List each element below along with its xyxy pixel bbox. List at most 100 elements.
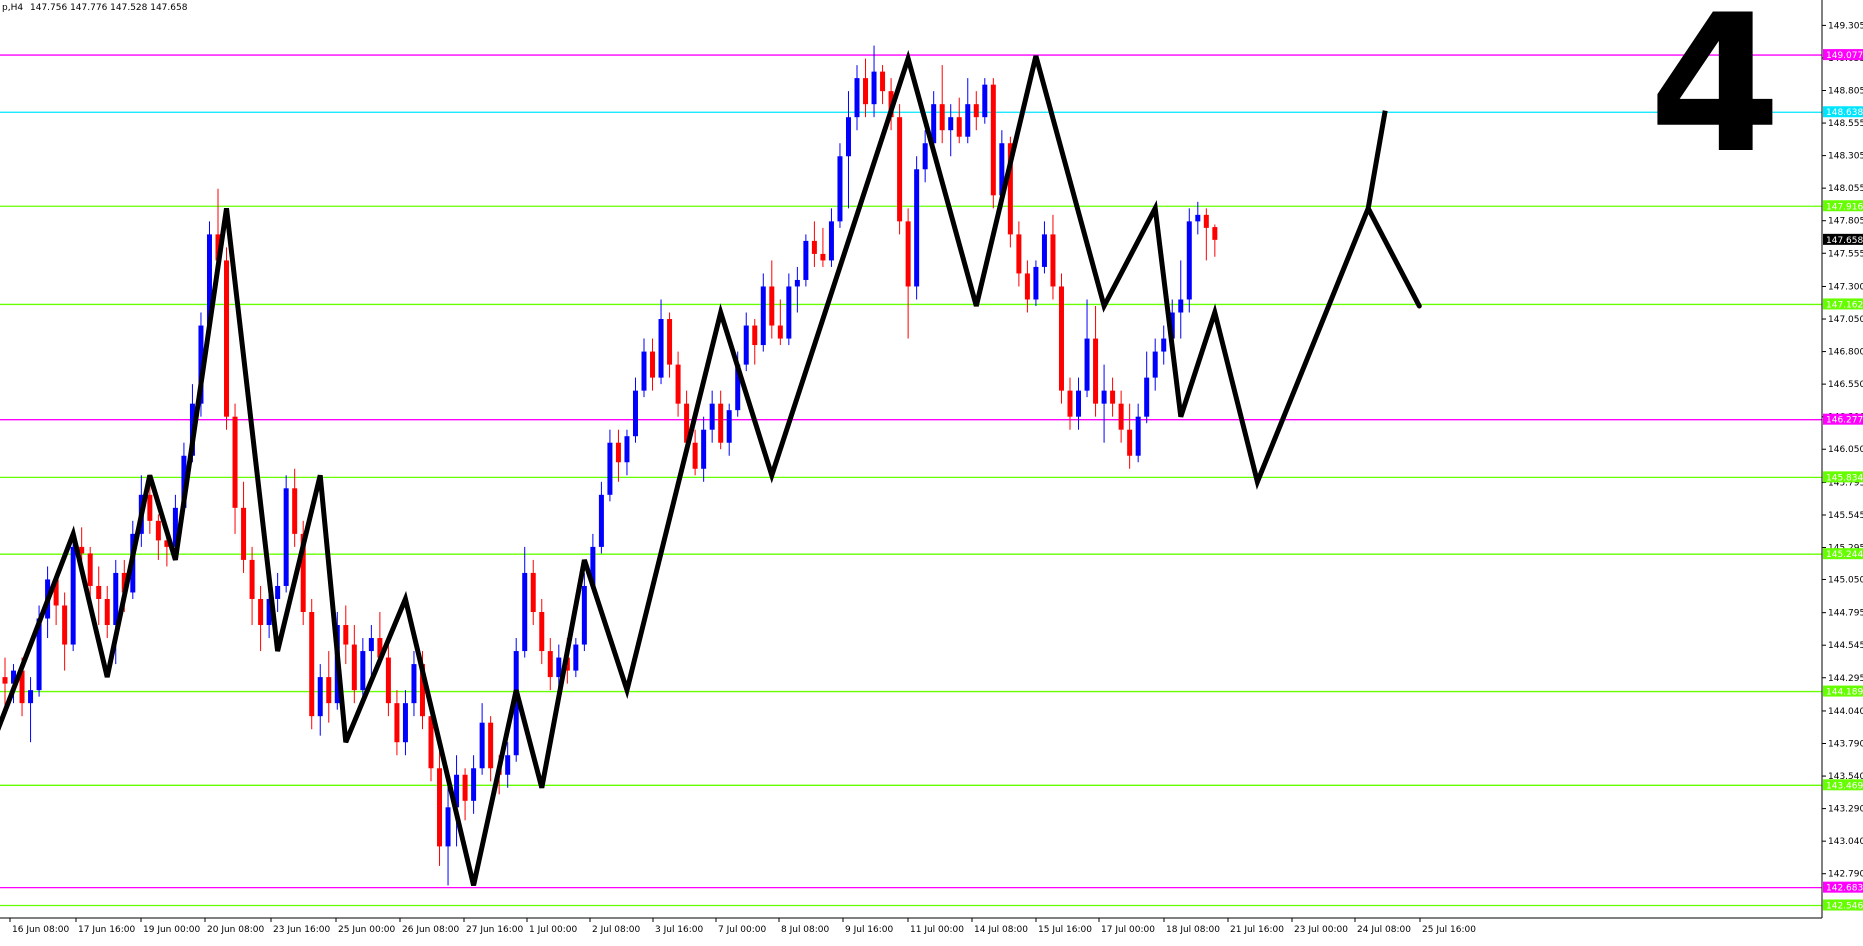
time-tick-label: 3 Jul 16:00 bbox=[655, 925, 704, 935]
price-tick-label: 144.795 bbox=[1828, 609, 1863, 619]
candle-body bbox=[863, 78, 869, 105]
candle-body bbox=[854, 78, 860, 118]
candle-body bbox=[1152, 351, 1158, 378]
price-tick-label: 148.305 bbox=[1828, 152, 1863, 162]
candle-body bbox=[402, 703, 408, 743]
price-tick-label: 148.555 bbox=[1828, 119, 1863, 129]
candle-body bbox=[880, 71, 886, 92]
time-tick-label: 2 Jul 08:00 bbox=[592, 925, 641, 935]
candle-body bbox=[368, 638, 374, 652]
candle-body bbox=[462, 774, 468, 801]
level-price-tag-label: 143.469 bbox=[1826, 781, 1863, 791]
candle-body bbox=[650, 351, 656, 378]
candle-body bbox=[1050, 234, 1056, 287]
candle-body bbox=[803, 240, 809, 280]
candle-body bbox=[752, 325, 758, 346]
candle-body bbox=[479, 722, 485, 769]
candle-body bbox=[232, 416, 238, 508]
candle-body bbox=[147, 494, 153, 521]
candle-body bbox=[811, 240, 817, 254]
level-price-tag-label: 142.546 bbox=[1826, 901, 1863, 911]
candle-body bbox=[522, 572, 528, 652]
candle-body bbox=[573, 644, 579, 671]
price-tick-label: 144.545 bbox=[1828, 641, 1863, 651]
candle-body bbox=[990, 84, 996, 196]
price-tick-label: 146.050 bbox=[1828, 445, 1863, 455]
candle-body bbox=[598, 494, 604, 547]
candle-body bbox=[641, 351, 647, 391]
candle-body bbox=[1186, 221, 1192, 300]
time-tick-label: 16 Jun 08:00 bbox=[12, 925, 69, 935]
candle-body bbox=[965, 104, 971, 137]
candle-body bbox=[667, 319, 673, 365]
candle-body bbox=[769, 286, 775, 326]
candle-body bbox=[820, 253, 826, 261]
candle-body bbox=[547, 651, 553, 678]
candle-body bbox=[1084, 338, 1090, 391]
candle-body bbox=[1058, 286, 1064, 391]
candle-body bbox=[309, 612, 315, 717]
candle-body bbox=[394, 703, 400, 743]
candle-body bbox=[692, 442, 698, 469]
level-price-tag-label: 145.834 bbox=[1826, 473, 1863, 483]
candle-body bbox=[275, 585, 281, 599]
price-tick-label: 148.055 bbox=[1828, 184, 1863, 194]
candle-body bbox=[360, 651, 366, 691]
candle-body bbox=[1110, 390, 1116, 404]
price-tick-label: 147.050 bbox=[1828, 315, 1863, 325]
price-tick-label: 149.305 bbox=[1828, 21, 1863, 31]
time-tick-label: 23 Jul 00:00 bbox=[1294, 925, 1348, 935]
candle-body bbox=[1041, 234, 1047, 267]
time-tick-label: 26 Jun 08:00 bbox=[402, 925, 459, 935]
candle-body bbox=[249, 559, 255, 599]
candle-body bbox=[385, 657, 391, 704]
candle-body bbox=[62, 605, 68, 645]
level-price-tag-label: 145.244 bbox=[1826, 550, 1863, 560]
price-tick-label: 142.790 bbox=[1828, 870, 1863, 880]
candle-body bbox=[760, 286, 766, 346]
candle-body bbox=[743, 325, 749, 365]
candle-body bbox=[675, 364, 681, 404]
candle-body bbox=[28, 690, 34, 704]
candle-body bbox=[948, 117, 954, 131]
candle-body bbox=[505, 755, 511, 775]
price-tick-label: 146.800 bbox=[1828, 348, 1863, 358]
candle-body bbox=[224, 260, 230, 417]
candle-body bbox=[607, 442, 613, 495]
candle-body bbox=[445, 807, 451, 847]
candle-body bbox=[155, 520, 161, 541]
time-tick-label: 23 Jun 16:00 bbox=[273, 925, 330, 935]
candle-body bbox=[581, 585, 587, 645]
candle-body bbox=[794, 279, 800, 287]
candle-body bbox=[437, 768, 443, 847]
candle-body bbox=[1118, 403, 1124, 430]
price-tick-label: 143.040 bbox=[1828, 837, 1863, 847]
candle-body bbox=[1024, 273, 1030, 300]
candle-body bbox=[1135, 416, 1141, 456]
candle-body bbox=[87, 553, 93, 586]
candle-body bbox=[1076, 390, 1082, 417]
candle-body bbox=[777, 325, 783, 339]
level-price-tag-label: 149.077 bbox=[1826, 51, 1863, 61]
candle-body bbox=[70, 546, 76, 645]
time-tick-label: 7 Jul 00:00 bbox=[718, 925, 767, 935]
price-tick-label: 144.040 bbox=[1828, 707, 1863, 717]
candle-body bbox=[1033, 266, 1039, 300]
time-tick-label: 9 Jul 16:00 bbox=[845, 925, 894, 935]
candle-body bbox=[2, 677, 8, 684]
candle-body bbox=[845, 117, 851, 157]
candle-body bbox=[258, 598, 264, 626]
candle-body bbox=[317, 677, 323, 717]
candle-body bbox=[539, 612, 545, 652]
candle-body bbox=[343, 625, 349, 645]
candle-body bbox=[488, 722, 494, 769]
price-chart[interactable]: 4 149.305149.055148.805148.555148.305148… bbox=[0, 0, 1863, 946]
time-tick-label: 21 Jul 16:00 bbox=[1230, 925, 1284, 935]
time-tick-label: 24 Jul 08:00 bbox=[1357, 925, 1411, 935]
time-tick-label: 11 Jul 00:00 bbox=[910, 925, 964, 935]
candle-body bbox=[96, 585, 102, 599]
candle-body bbox=[828, 221, 834, 261]
level-price-tag-label: 147.916 bbox=[1826, 202, 1863, 212]
candle-body bbox=[530, 572, 536, 612]
candle-body bbox=[1161, 338, 1167, 352]
